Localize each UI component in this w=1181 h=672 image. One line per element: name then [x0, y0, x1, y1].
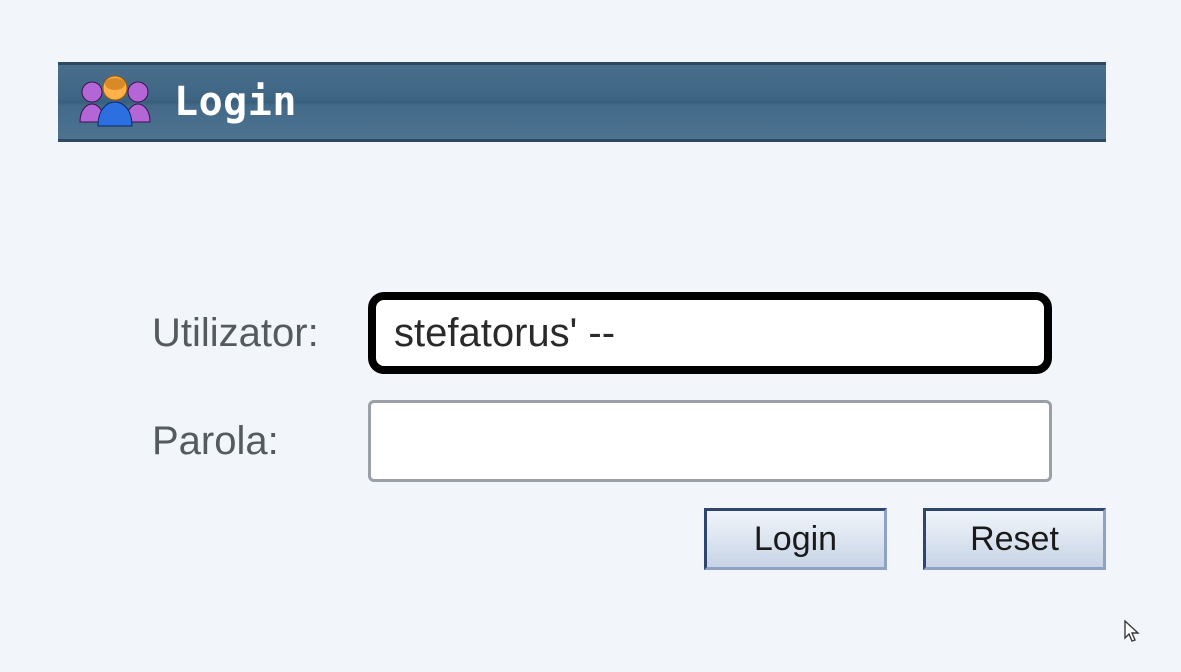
login-panel: Login Utilizator: Parola: Login Reset: [58, 62, 1106, 570]
username-label: Utilizator:: [152, 311, 368, 356]
mouse-cursor-icon: [1124, 620, 1140, 644]
login-header: Login: [58, 62, 1106, 142]
password-row: Parola:: [152, 400, 1106, 482]
reset-button[interactable]: Reset: [923, 508, 1106, 570]
username-input[interactable]: [368, 292, 1052, 374]
login-button[interactable]: Login: [704, 508, 887, 570]
login-header-title: Login: [174, 79, 297, 125]
button-row: Login Reset: [704, 508, 1106, 570]
login-form: Utilizator: Parola: Login Reset: [58, 292, 1106, 570]
username-row: Utilizator:: [152, 292, 1106, 374]
password-input[interactable]: [368, 400, 1052, 482]
password-label: Parola:: [152, 419, 368, 464]
users-icon: [76, 74, 154, 130]
